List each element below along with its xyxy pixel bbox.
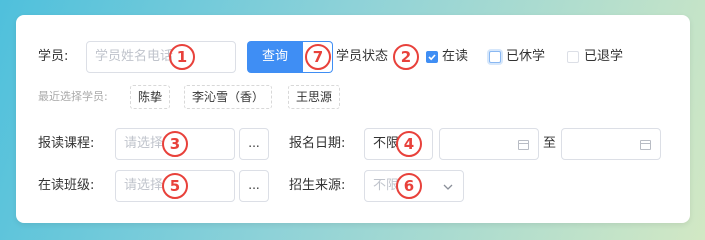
status-withdrawn-checkbox[interactable] [567, 51, 579, 63]
course-label: 报读课程: [38, 136, 95, 151]
recent-student-tag[interactable]: 王思源 [288, 85, 340, 109]
end-date-input[interactable] [561, 128, 661, 160]
student-search-input[interactable]: 学员姓名电话 [86, 41, 236, 73]
annotation-marker: 5 [162, 173, 188, 199]
recent-students-label: 最近选择学员: [38, 90, 108, 103]
course-more-button[interactable]: ... [239, 128, 269, 160]
calendar-icon [518, 140, 529, 150]
search-panel: 学员: 学员姓名电话 查询 学员状态 在读 已休学 已退学 最近选择学员: 陈挚… [16, 15, 690, 223]
class-more-button[interactable]: ... [239, 170, 269, 202]
enrollment-source-label: 招生来源: [289, 178, 346, 193]
checkmark-icon [428, 54, 436, 61]
annotation-marker: 3 [162, 131, 188, 157]
student-status-label: 学员状态 [336, 49, 389, 64]
signup-date-label: 报名日期: [289, 136, 346, 151]
chevron-down-icon [443, 184, 453, 190]
recent-student-tag[interactable]: 陈挚 [130, 85, 170, 109]
status-studying-label: 在读 [442, 49, 469, 64]
annotation-marker: 6 [396, 173, 422, 199]
status-suspended-label: 已休学 [506, 49, 546, 64]
status-studying-checkbox[interactable] [426, 51, 438, 63]
annotation-marker: 4 [396, 131, 422, 157]
annotation-marker: 7 [305, 44, 331, 70]
annotation-marker: 2 [393, 44, 419, 70]
annotation-marker: 1 [169, 44, 195, 70]
student-label: 学员: [38, 49, 69, 64]
calendar-icon [640, 140, 651, 150]
query-button[interactable]: 查询 [247, 41, 303, 73]
start-date-input[interactable] [439, 128, 539, 160]
class-label: 在读班级: [38, 178, 95, 193]
status-suspended-checkbox[interactable] [489, 51, 501, 63]
date-range-separator: 至 [543, 136, 557, 151]
status-withdrawn-label: 已退学 [584, 49, 624, 64]
recent-student-tag[interactable]: 李沁雪（香） [184, 85, 272, 109]
